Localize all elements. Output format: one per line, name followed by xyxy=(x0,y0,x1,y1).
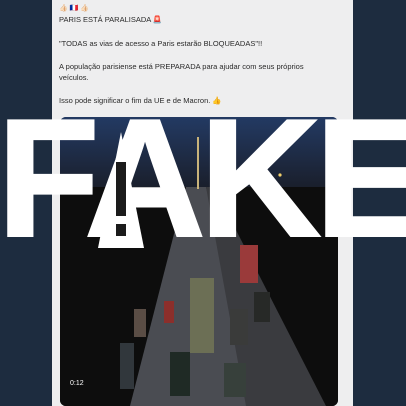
post-paragraph-line: veículos. xyxy=(59,73,89,82)
warning-exclamation-icon xyxy=(98,132,144,248)
emoji-line: 👍🏻 🇫🇷 👍🏻 xyxy=(59,5,90,12)
post-paragraph-line: A população parisiense está PREPARADA pa… xyxy=(59,62,304,71)
post-quote: "TODAS as vias de acesso a Paris estarão… xyxy=(59,39,263,48)
post-headline: PARIS ESTÁ PARALISADA 🚨 xyxy=(59,15,163,24)
video-timestamp: 0:12 xyxy=(70,380,84,387)
fake-overlay-label: FAKE xyxy=(0,84,406,272)
